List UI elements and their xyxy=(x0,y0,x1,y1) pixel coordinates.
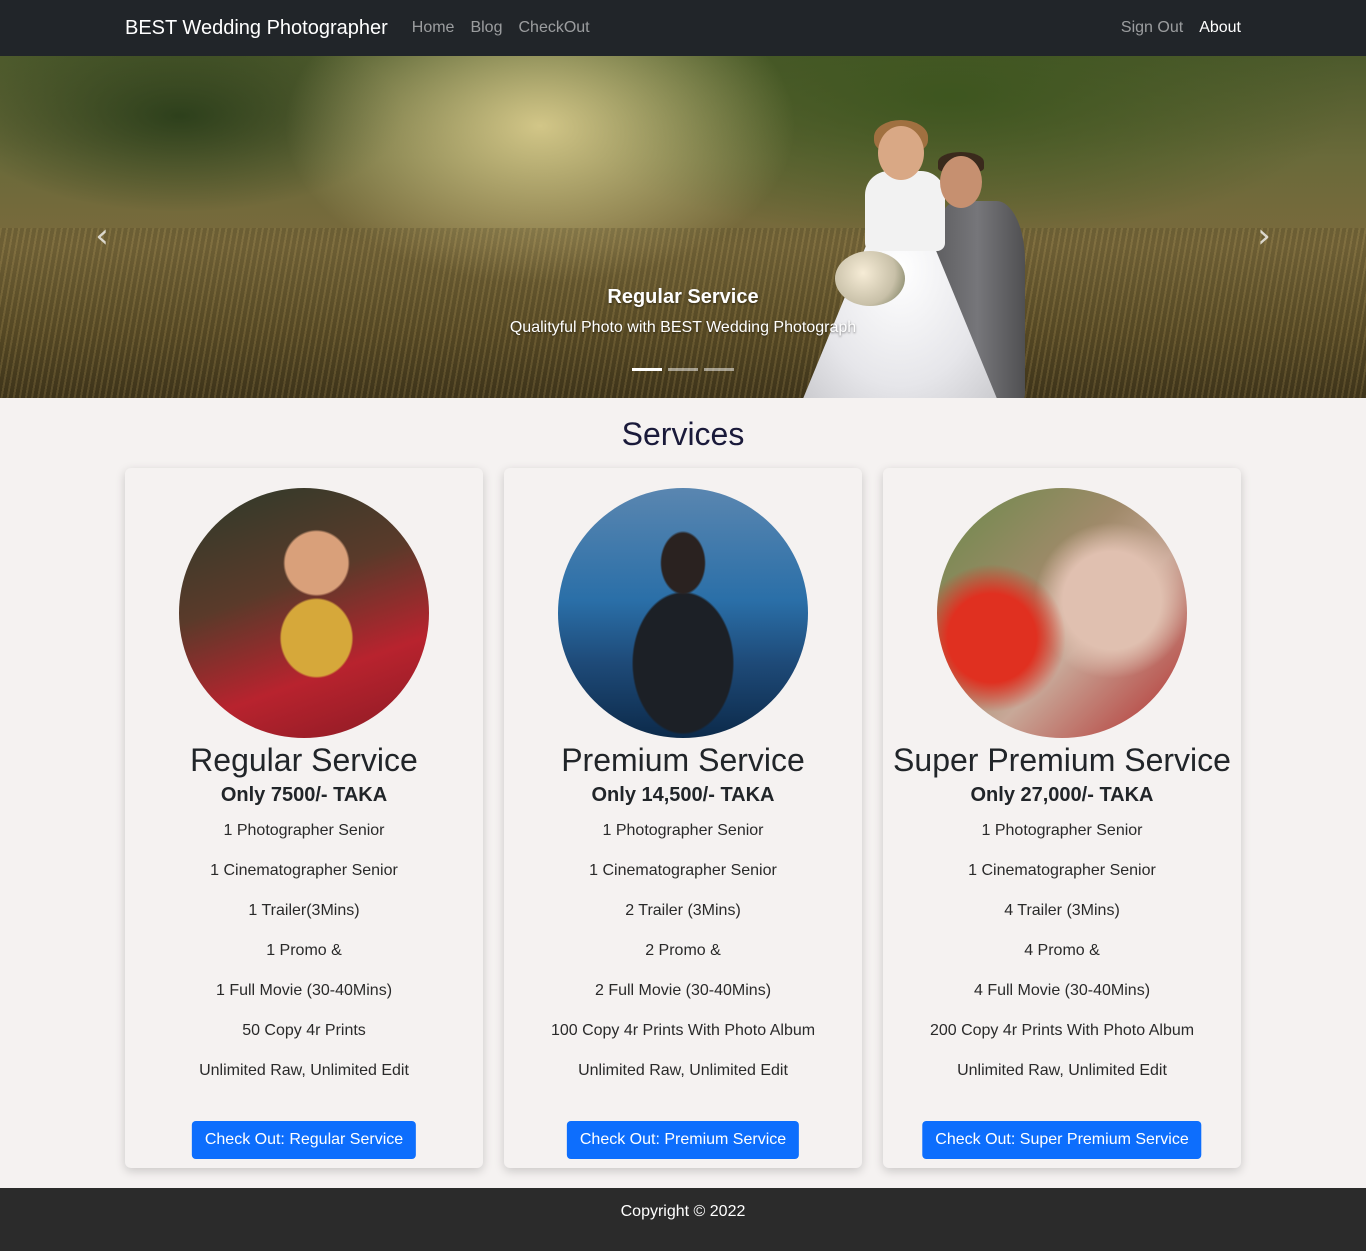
service-feature: 1 Full Movie (30-40Mins) xyxy=(215,982,393,999)
carousel-caption: Regular Service Qualityful Photo with BE… xyxy=(0,286,1366,337)
carousel-caption-title: Regular Service xyxy=(607,286,759,308)
carousel-indicator-2[interactable] xyxy=(668,368,698,371)
service-price: Only 14,500/- TAKA xyxy=(591,784,775,806)
service-feature: 1 Cinematographer Senior xyxy=(589,862,777,879)
service-feature: 1 Photographer Senior xyxy=(223,822,385,839)
checkout-super-premium-button[interactable]: Check Out: Super Premium Service xyxy=(922,1121,1202,1159)
service-feature: 50 Copy 4r Prints xyxy=(242,1022,366,1039)
services-title: Services xyxy=(621,416,745,452)
service-feature: 2 Full Movie (30-40Mins) xyxy=(594,982,772,999)
hero-couple-image xyxy=(800,116,1040,398)
carousel-indicators xyxy=(0,368,1366,371)
service-price: Only 7500/- TAKA xyxy=(220,784,388,806)
checkout-regular-button[interactable]: Check Out: Regular Service xyxy=(191,1121,417,1159)
copyright-text: Copyright © 2022 xyxy=(620,1203,746,1220)
service-price: Only 27,000/- TAKA xyxy=(970,784,1154,806)
service-card-regular: Regular Service Only 7500/- TAKA 1 Photo… xyxy=(125,468,483,1168)
service-cards: Regular Service Only 7500/- TAKA 1 Photo… xyxy=(125,468,1241,1168)
carousel-caption-text: Qualityful Photo with BEST Wedding Photo… xyxy=(509,319,857,336)
service-image-super-premium xyxy=(937,488,1187,738)
service-image-regular xyxy=(179,488,429,738)
service-feature: 1 Trailer(3Mins) xyxy=(248,902,360,919)
brand-link[interactable]: BEST Wedding Photographer xyxy=(125,17,388,40)
service-feature: 4 Full Movie (30-40Mins) xyxy=(973,982,1151,999)
nav-link-about[interactable]: About xyxy=(1199,19,1241,37)
service-feature: 100 Copy 4r Prints With Photo Album xyxy=(550,1022,816,1039)
carousel-next-icon[interactable]: › xyxy=(1249,206,1279,266)
navbar: BEST Wedding Photographer Home Blog Chec… xyxy=(0,0,1366,56)
carousel-prev-icon[interactable]: ‹ xyxy=(87,206,117,266)
service-name: Super Premium Service xyxy=(893,742,1231,778)
service-feature: 1 Cinematographer Senior xyxy=(210,862,398,879)
service-card-premium: Premium Service Only 14,500/- TAKA 1 Pho… xyxy=(504,468,862,1168)
service-feature: Unlimited Raw, Unlimited Edit xyxy=(199,1062,409,1079)
service-feature: 2 Trailer (3Mins) xyxy=(625,902,741,919)
hero-carousel: ‹ › Regular Service Qualityful Photo wit… xyxy=(0,56,1366,398)
service-name: Regular Service xyxy=(190,742,418,778)
footer: Copyright © 2022 xyxy=(0,1188,1366,1251)
service-feature: 4 Promo & xyxy=(1024,942,1100,959)
nav-link-blog[interactable]: Blog xyxy=(470,19,502,37)
checkout-premium-button[interactable]: Check Out: Premium Service xyxy=(566,1121,800,1159)
carousel-indicator-3[interactable] xyxy=(704,368,734,371)
service-name: Premium Service xyxy=(561,742,805,778)
nav-link-sign-out[interactable]: Sign Out xyxy=(1121,19,1183,37)
navbar-right: Sign Out About xyxy=(1105,19,1241,37)
service-feature: 1 Cinematographer Senior xyxy=(968,862,1156,879)
service-card-super-premium: Super Premium Service Only 27,000/- TAKA… xyxy=(883,468,1241,1168)
service-feature: 1 Photographer Senior xyxy=(981,822,1143,839)
navbar-container: BEST Wedding Photographer Home Blog Chec… xyxy=(125,0,1241,56)
nav-link-checkout[interactable]: CheckOut xyxy=(518,19,589,37)
service-feature: 4 Trailer (3Mins) xyxy=(1004,902,1120,919)
service-feature: 200 Copy 4r Prints With Photo Album xyxy=(929,1022,1195,1039)
service-feature: Unlimited Raw, Unlimited Edit xyxy=(957,1062,1167,1079)
service-image-premium xyxy=(558,488,808,738)
service-feature: 1 Photographer Senior xyxy=(602,822,764,839)
service-feature: 2 Promo & xyxy=(645,942,721,959)
service-feature: 1 Promo & xyxy=(266,942,342,959)
nav-link-home[interactable]: Home xyxy=(412,19,455,37)
service-feature: Unlimited Raw, Unlimited Edit xyxy=(578,1062,788,1079)
carousel-indicator-1[interactable] xyxy=(632,368,662,371)
